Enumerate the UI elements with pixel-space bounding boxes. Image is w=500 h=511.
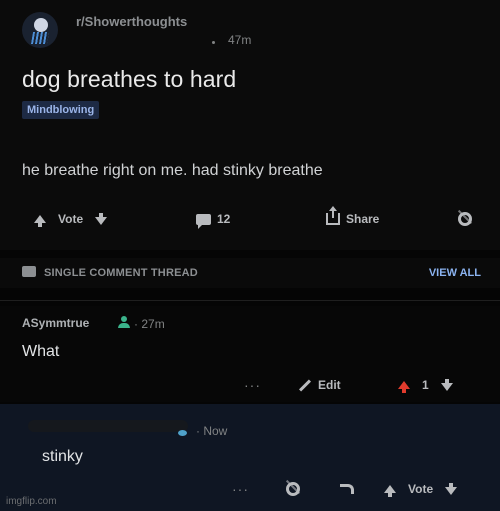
thread-icon bbox=[22, 266, 36, 277]
subreddit-avatar-icon[interactable] bbox=[22, 12, 58, 48]
view-all-link[interactable]: VIEW ALL bbox=[429, 267, 481, 279]
comment-actions: ··· Vote bbox=[0, 478, 500, 500]
comment-icon bbox=[196, 213, 211, 229]
post-title: dog breathes to hard bbox=[22, 66, 237, 92]
gear-icon bbox=[458, 212, 472, 226]
user-icon bbox=[118, 316, 130, 328]
post-actions: Vote 12 Share bbox=[0, 206, 500, 232]
more-options-icon[interactable]: ··· bbox=[232, 481, 249, 497]
post-card: r/Showerthoughts 47m dog breathes to har… bbox=[0, 0, 500, 250]
reply-comment: · Now stinky ··· Vote bbox=[0, 404, 500, 511]
edit-button[interactable]: Edit bbox=[298, 372, 341, 398]
comment-actions: ··· Edit 1 bbox=[0, 374, 500, 396]
comment-timestamp: · 27m bbox=[134, 317, 165, 331]
reply-icon bbox=[340, 484, 354, 494]
share-button[interactable]: Share bbox=[326, 206, 379, 232]
post-timestamp: 47m bbox=[228, 33, 252, 47]
comment-timestamp: · Now bbox=[196, 424, 228, 438]
downvote-icon[interactable] bbox=[95, 213, 108, 225]
subreddit-name[interactable]: r/Showerthoughts bbox=[76, 14, 187, 29]
post-flair[interactable]: Mindblowing bbox=[22, 101, 100, 119]
vote-label: Vote bbox=[58, 212, 84, 226]
post-body: he breathe right on me. had stinky breat… bbox=[22, 162, 323, 179]
comment-vote-group: Vote bbox=[384, 476, 458, 502]
upvote-icon[interactable] bbox=[398, 381, 410, 393]
user-icon bbox=[178, 430, 187, 436]
comment-vote-group: 1 bbox=[398, 372, 453, 398]
downvote-icon[interactable] bbox=[445, 483, 458, 495]
comments-button[interactable]: 12 bbox=[196, 206, 230, 232]
reply-button[interactable] bbox=[340, 476, 354, 502]
upvote-icon[interactable] bbox=[34, 215, 46, 227]
comment-text: What bbox=[22, 343, 60, 360]
share-label: Share bbox=[346, 212, 380, 226]
single-comment-thread-bar: SINGLE COMMENT THREAD VIEW ALL bbox=[0, 258, 500, 288]
watermark: imgflip.com bbox=[6, 496, 57, 507]
comments-count: 12 bbox=[217, 212, 231, 226]
comment-text: stinky bbox=[42, 448, 83, 465]
pencil-icon bbox=[298, 378, 312, 392]
vote-label: Vote bbox=[408, 482, 434, 496]
comment: ASymmtrue · 27m What ··· Edit 1 bbox=[0, 306, 500, 402]
mod-tools-button[interactable] bbox=[286, 476, 300, 502]
post-vote-group: Vote bbox=[34, 206, 108, 232]
edit-label: Edit bbox=[318, 378, 341, 392]
redacted-username bbox=[28, 420, 188, 432]
thread-label: SINGLE COMMENT THREAD bbox=[44, 267, 198, 279]
comment-author[interactable]: ASymmtrue bbox=[22, 316, 89, 330]
mod-tools-button[interactable] bbox=[458, 206, 472, 232]
downvote-icon[interactable] bbox=[440, 379, 453, 391]
more-options-icon[interactable]: ··· bbox=[244, 377, 261, 393]
gear-icon bbox=[286, 482, 300, 496]
divider bbox=[0, 300, 500, 301]
share-icon bbox=[326, 206, 340, 225]
upvote-icon[interactable] bbox=[384, 485, 396, 497]
separator-dot bbox=[212, 41, 215, 44]
comment-score: 1 bbox=[422, 378, 429, 392]
